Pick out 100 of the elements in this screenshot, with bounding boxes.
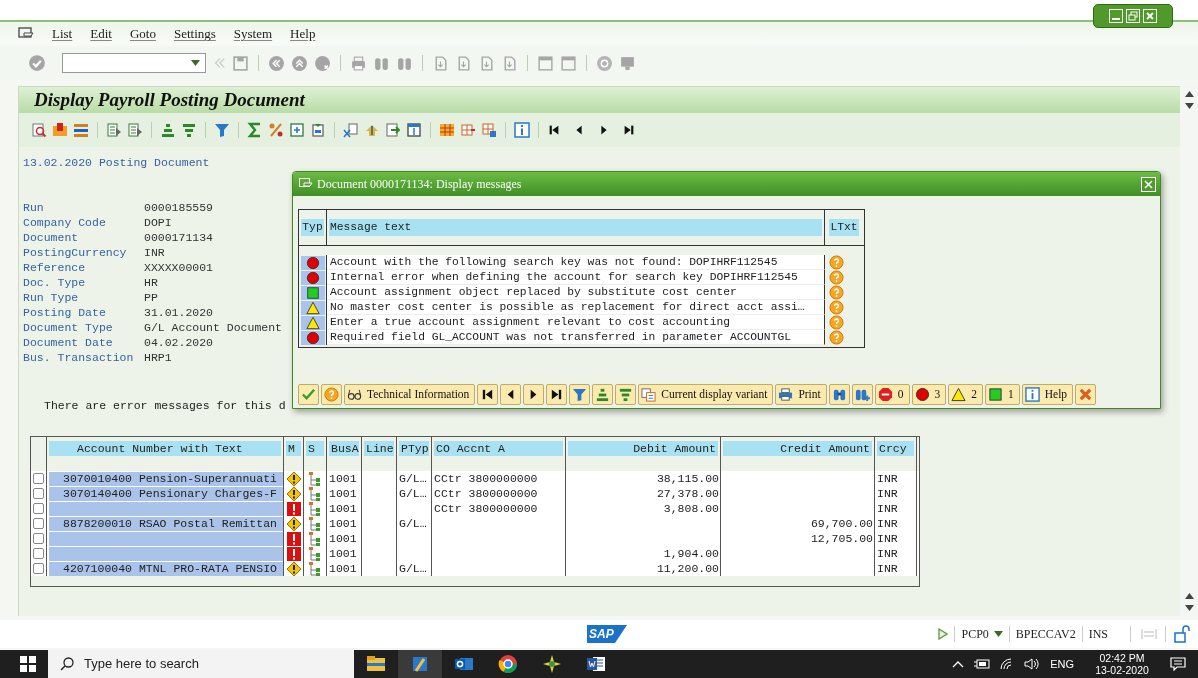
scroll-up-icon[interactable] (1184, 91, 1194, 97)
menu-item[interactable]: Settings (173, 24, 216, 44)
spreadsheet-icon[interactable] (343, 122, 359, 138)
clock-time[interactable]: 02:42 PM (1099, 652, 1145, 664)
exit-icon[interactable] (291, 54, 308, 72)
export-icon[interactable] (364, 122, 380, 138)
row-checkbox[interactable] (33, 488, 44, 499)
browser-icon[interactable] (498, 654, 518, 674)
next-button[interactable] (523, 384, 545, 405)
row-checkbox[interactable] (33, 473, 44, 484)
scroll-down-icon[interactable] (1184, 605, 1194, 611)
command-field[interactable] (62, 53, 206, 73)
menu-item[interactable]: System (233, 24, 273, 44)
menu-item[interactable]: Edit (90, 24, 112, 44)
column-header[interactable]: Crcy (877, 440, 914, 456)
system-menu-icon[interactable] (18, 27, 34, 41)
last-button[interactable] (546, 384, 568, 405)
shortcut-icon[interactable] (560, 54, 577, 72)
print-button[interactable]: Print (775, 384, 827, 405)
long-text-icon[interactable] (829, 270, 844, 285)
filter-icon[interactable] (214, 122, 230, 138)
row-checkbox[interactable] (33, 533, 44, 544)
find-button[interactable] (828, 384, 850, 405)
language-indicator[interactable]: ENG (1050, 655, 1074, 673)
close-icon[interactable] (1143, 9, 1157, 23)
subtotal-icon[interactable] (268, 122, 284, 138)
taskbar-search-field[interactable]: Type here to search (48, 650, 354, 678)
dropdown-icon[interactable] (191, 60, 200, 66)
find-next-button[interactable] (851, 384, 873, 405)
column-header[interactable]: Credit Amount (723, 440, 872, 456)
long-text-icon[interactable] (829, 300, 844, 315)
success-count-button[interactable]: 1 (985, 384, 1020, 405)
restore-icon[interactable] (1126, 9, 1140, 23)
speaker-icon[interactable] (1024, 658, 1041, 670)
help-button[interactable] (321, 384, 342, 405)
sigma-icon[interactable] (247, 122, 263, 138)
column-header[interactable]: M (286, 440, 301, 456)
row-checkbox[interactable] (33, 563, 44, 574)
clock-date[interactable]: 13-02-2020 (1095, 664, 1149, 676)
column-header[interactable]: LTxt (829, 219, 859, 236)
long-text-icon[interactable] (829, 330, 844, 345)
save-icon[interactable] (232, 54, 249, 72)
column-header[interactable]: Account Number with Text (49, 440, 281, 456)
info-icon[interactable] (514, 122, 530, 138)
sort-descending-button[interactable] (615, 384, 637, 405)
technical-information-button[interactable]: Technical Information (344, 384, 476, 405)
confirm-button[interactable] (298, 384, 319, 405)
column-header[interactable]: CO Accnt A (434, 440, 563, 456)
display-variant-button[interactable]: Current display variant (638, 384, 774, 405)
document-icon[interactable] (410, 654, 430, 674)
column-header[interactable]: PTyp (399, 440, 429, 456)
grid-icon[interactable] (439, 122, 455, 138)
sort-ascending-icon[interactable] (160, 122, 176, 138)
row-checkbox[interactable] (33, 548, 44, 559)
rows-icon[interactable] (73, 122, 89, 138)
column-header[interactable]: Line (364, 440, 394, 456)
stop-count-button[interactable]: 0 (874, 384, 910, 405)
send-document-icon[interactable] (385, 122, 401, 138)
grid-add-icon[interactable] (460, 122, 476, 138)
minimize-icon[interactable] (1109, 9, 1123, 23)
column-header[interactable]: Typ (301, 219, 324, 236)
magnifier-icon[interactable] (31, 122, 47, 138)
close-button[interactable] (1141, 176, 1156, 192)
scroll-up-icon[interactable] (1184, 593, 1194, 599)
dropdown-icon[interactable] (993, 631, 1003, 637)
word-icon[interactable] (586, 654, 606, 674)
battery-icon[interactable] (974, 659, 991, 669)
cancel-button[interactable] (1075, 384, 1097, 405)
folder-icon[interactable] (366, 654, 386, 674)
document-arrow-icon[interactable] (106, 122, 122, 138)
filter-button[interactable] (569, 384, 591, 405)
help-icon[interactable] (596, 54, 613, 72)
long-text-icon[interactable] (829, 255, 844, 270)
column-header[interactable]: Message text (329, 219, 822, 236)
sort-ascending-button[interactable] (592, 384, 614, 405)
print-icon[interactable] (350, 54, 367, 72)
grid-save-icon[interactable] (481, 122, 497, 138)
warning-count-button[interactable]: 2 (948, 384, 983, 405)
document-icon[interactable] (310, 122, 326, 138)
scroll-down-icon[interactable] (1184, 103, 1194, 109)
menu-item[interactable]: Help (290, 24, 316, 44)
row-checkbox[interactable] (33, 518, 44, 529)
first-icon[interactable] (547, 123, 561, 137)
long-text-icon[interactable] (829, 285, 844, 300)
alert-icon[interactable] (52, 122, 68, 138)
chevron-up-icon[interactable] (952, 660, 965, 668)
column-header[interactable]: Debit Amount (568, 440, 718, 456)
unlock-icon[interactable] (1174, 625, 1190, 643)
enter-icon[interactable] (28, 54, 46, 72)
document-arrow-icon[interactable] (127, 122, 143, 138)
column-header[interactable]: BusA (329, 440, 359, 456)
sparkle-icon[interactable] (542, 654, 562, 674)
new-session-icon[interactable] (537, 54, 554, 72)
menu-item[interactable]: List (52, 24, 73, 44)
cancel-icon[interactable] (314, 54, 331, 72)
menu-item[interactable]: Goto (129, 24, 156, 44)
sort-descending-icon[interactable] (181, 122, 197, 138)
play-icon[interactable] (938, 628, 949, 640)
first-button[interactable] (477, 384, 499, 405)
last-icon[interactable] (622, 123, 636, 137)
